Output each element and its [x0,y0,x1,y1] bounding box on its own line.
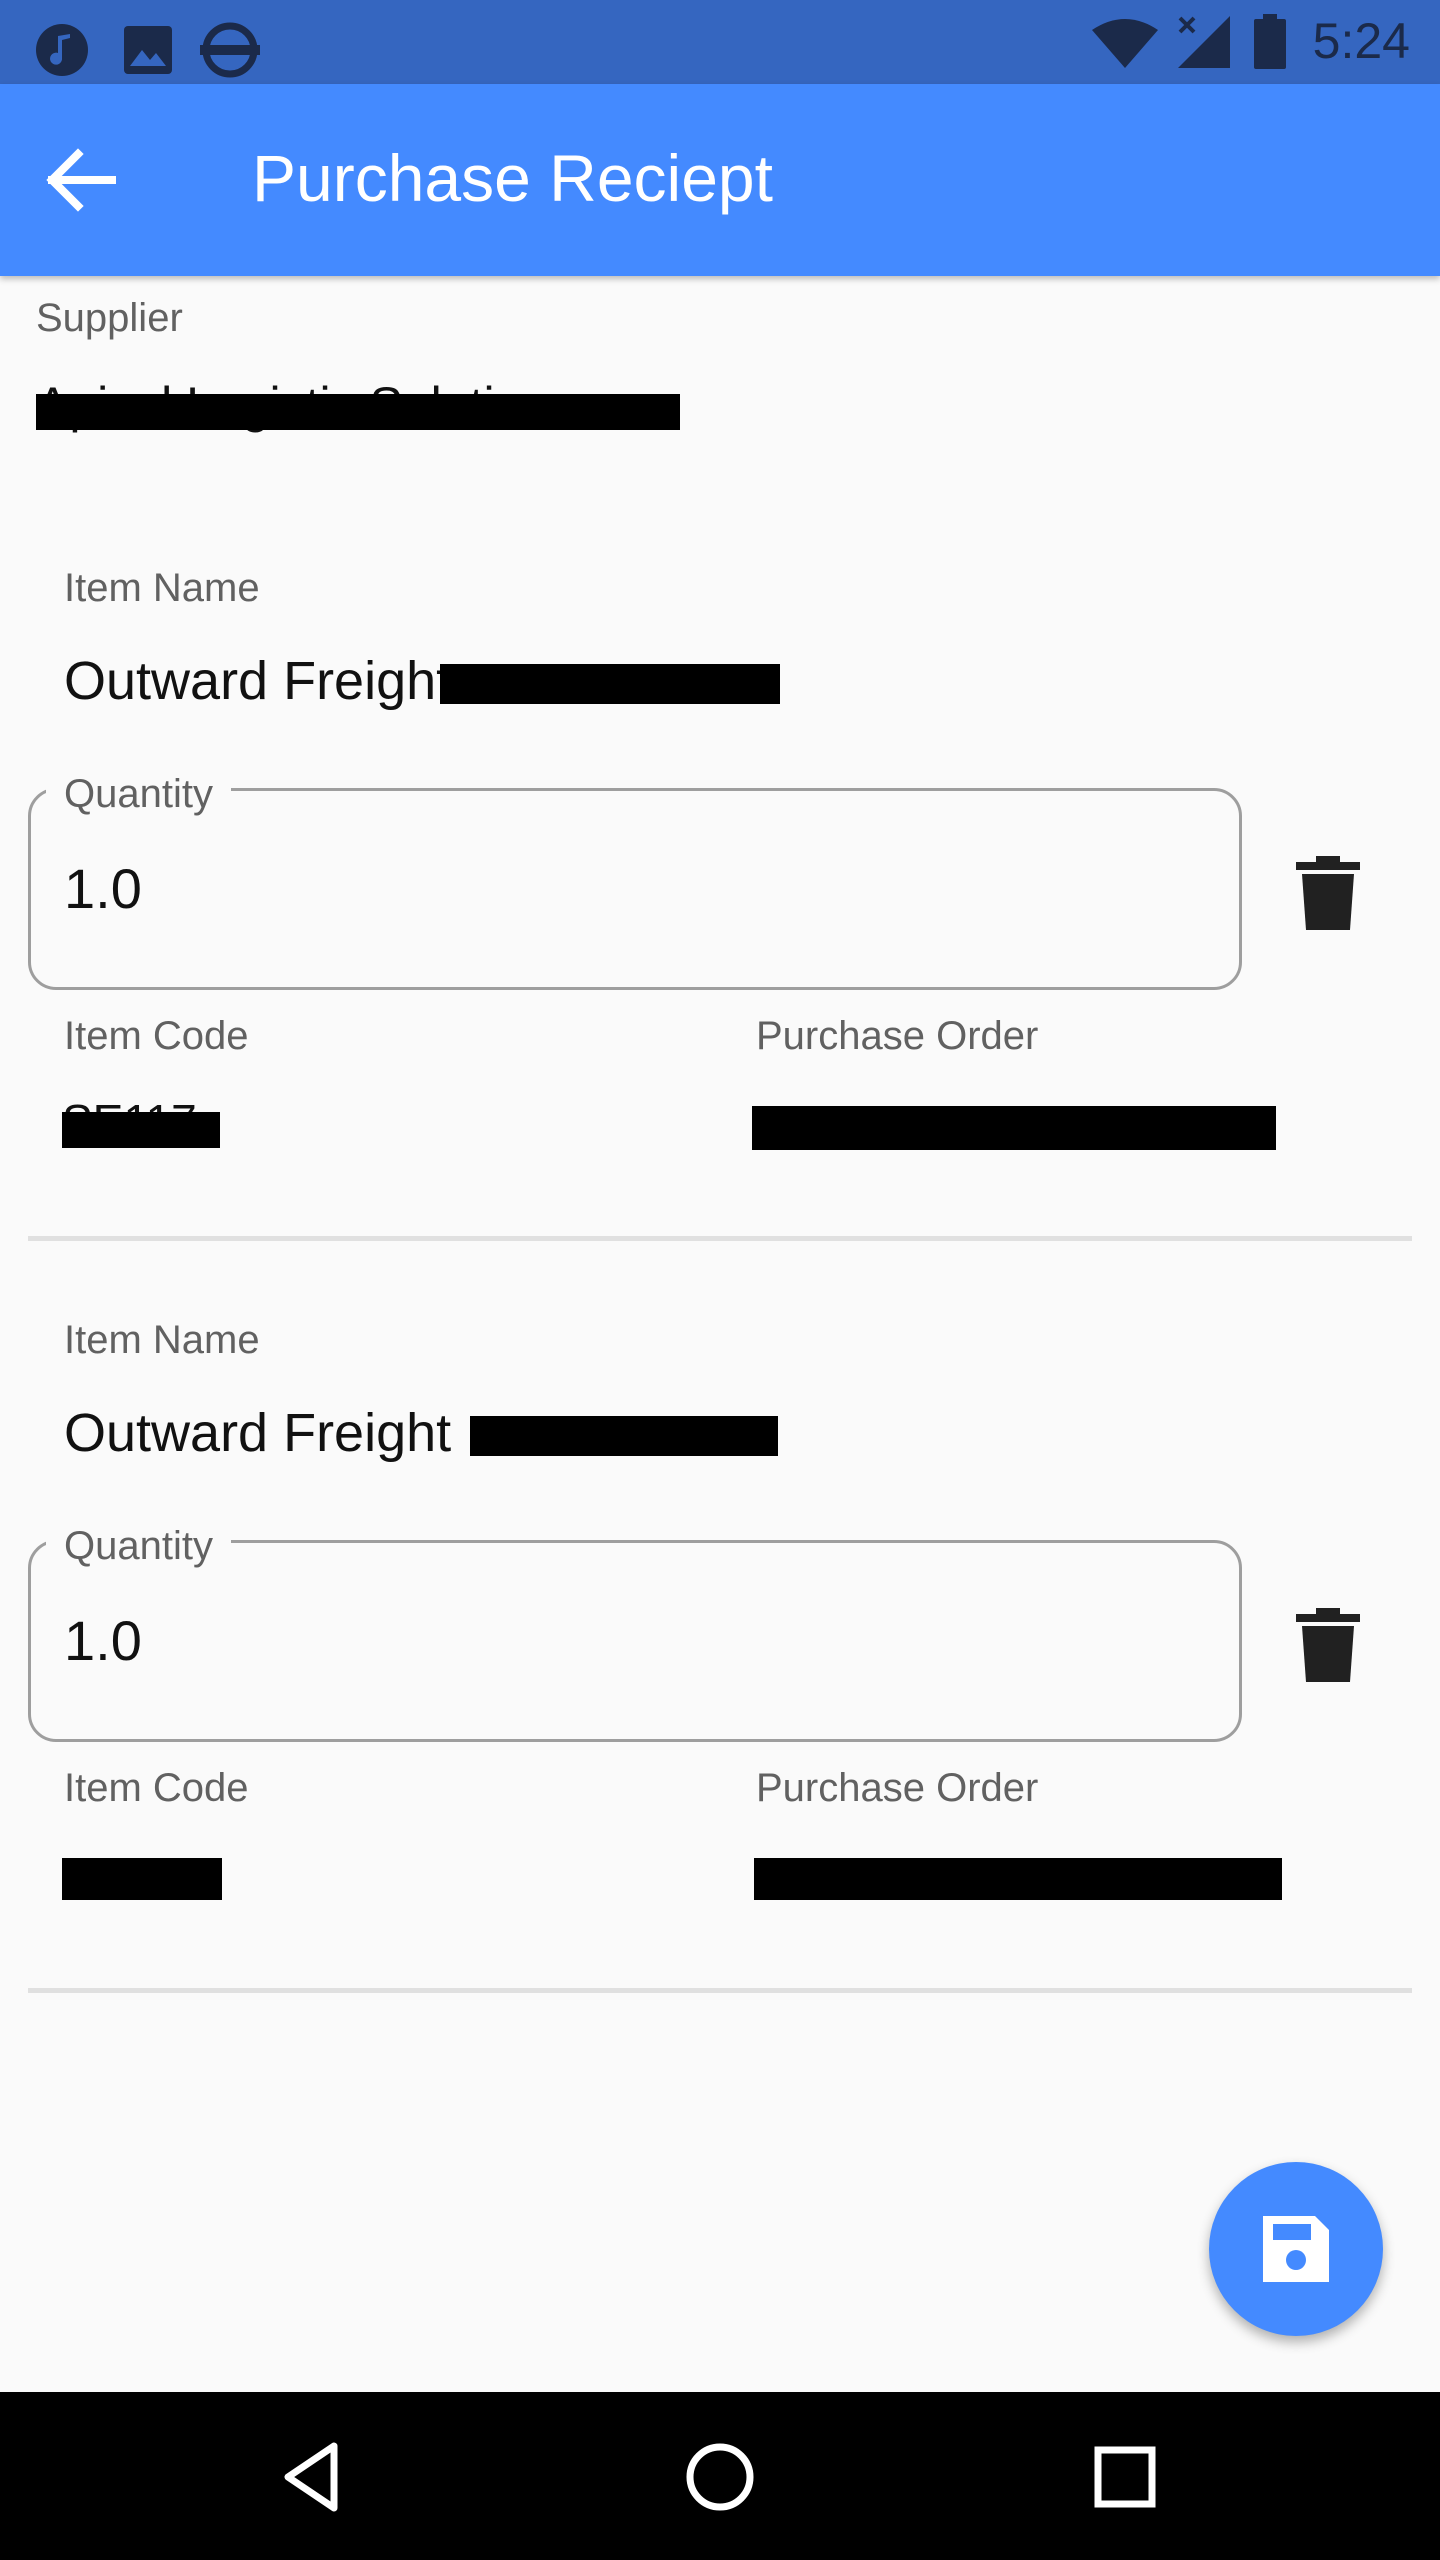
battery-icon [1254,14,1286,69]
recents-square-icon[interactable] [1080,2432,1170,2522]
home-circle-icon[interactable] [675,2432,765,2522]
page-title: Purchase Reciept [252,141,773,215]
item-name-label: Item Name [64,566,260,610]
supplier-value: Apical Logistic Solutions [36,377,680,433]
save-icon [1263,2216,1329,2282]
supplier-label: Supplier [36,296,183,340]
quantity-value[interactable]: 1.0 [64,856,142,921]
purchase-order-label: Purchase Order [756,1766,1039,1810]
quantity-field[interactable] [28,788,1242,990]
delete-icon[interactable] [1294,856,1362,932]
item-name-label: Item Name [64,1318,260,1362]
item-code-label: Item Code [64,1766,249,1810]
navigation-bar [0,2392,1440,2560]
item-code-label: Item Code [64,1014,249,1058]
purchase-order-label: Purchase Order [756,1014,1039,1058]
item-name-value: Outward Freight [64,651,452,711]
item-divider [28,1236,1412,1241]
supplier-redaction [36,394,680,430]
arrow-back-icon[interactable] [30,130,130,230]
save-button[interactable] [1209,2162,1383,2336]
wifi-icon [1092,19,1158,68]
back-triangle-icon[interactable] [272,2432,362,2522]
status-bar: 5:24 [0,0,1440,84]
signal-icon [1178,16,1230,68]
delete-icon[interactable] [1294,1608,1362,1684]
item-name-redaction [440,664,780,704]
item-divider [28,1988,1412,1993]
item-code-redaction [62,1112,220,1148]
app-bar: Purchase Reciept [0,84,1440,276]
item-code-redaction [62,1858,222,1900]
item-code-value: SE117 [62,1095,220,1148]
purchase-order-redaction [752,1106,1276,1150]
quantity-field[interactable] [28,1540,1242,1742]
item-name-redaction [470,1416,778,1456]
music-note-icon [36,24,88,76]
subway-icon [200,22,260,78]
quantity-value[interactable]: 1.0 [64,1608,142,1673]
item-name-value: Outward Freight [64,1403,452,1463]
quantity-label: Quantity [46,772,231,817]
status-time: 5:24 [1312,13,1410,69]
image-icon [124,26,172,74]
purchase-order-redaction [754,1858,1282,1900]
quantity-label: Quantity [46,1524,231,1569]
